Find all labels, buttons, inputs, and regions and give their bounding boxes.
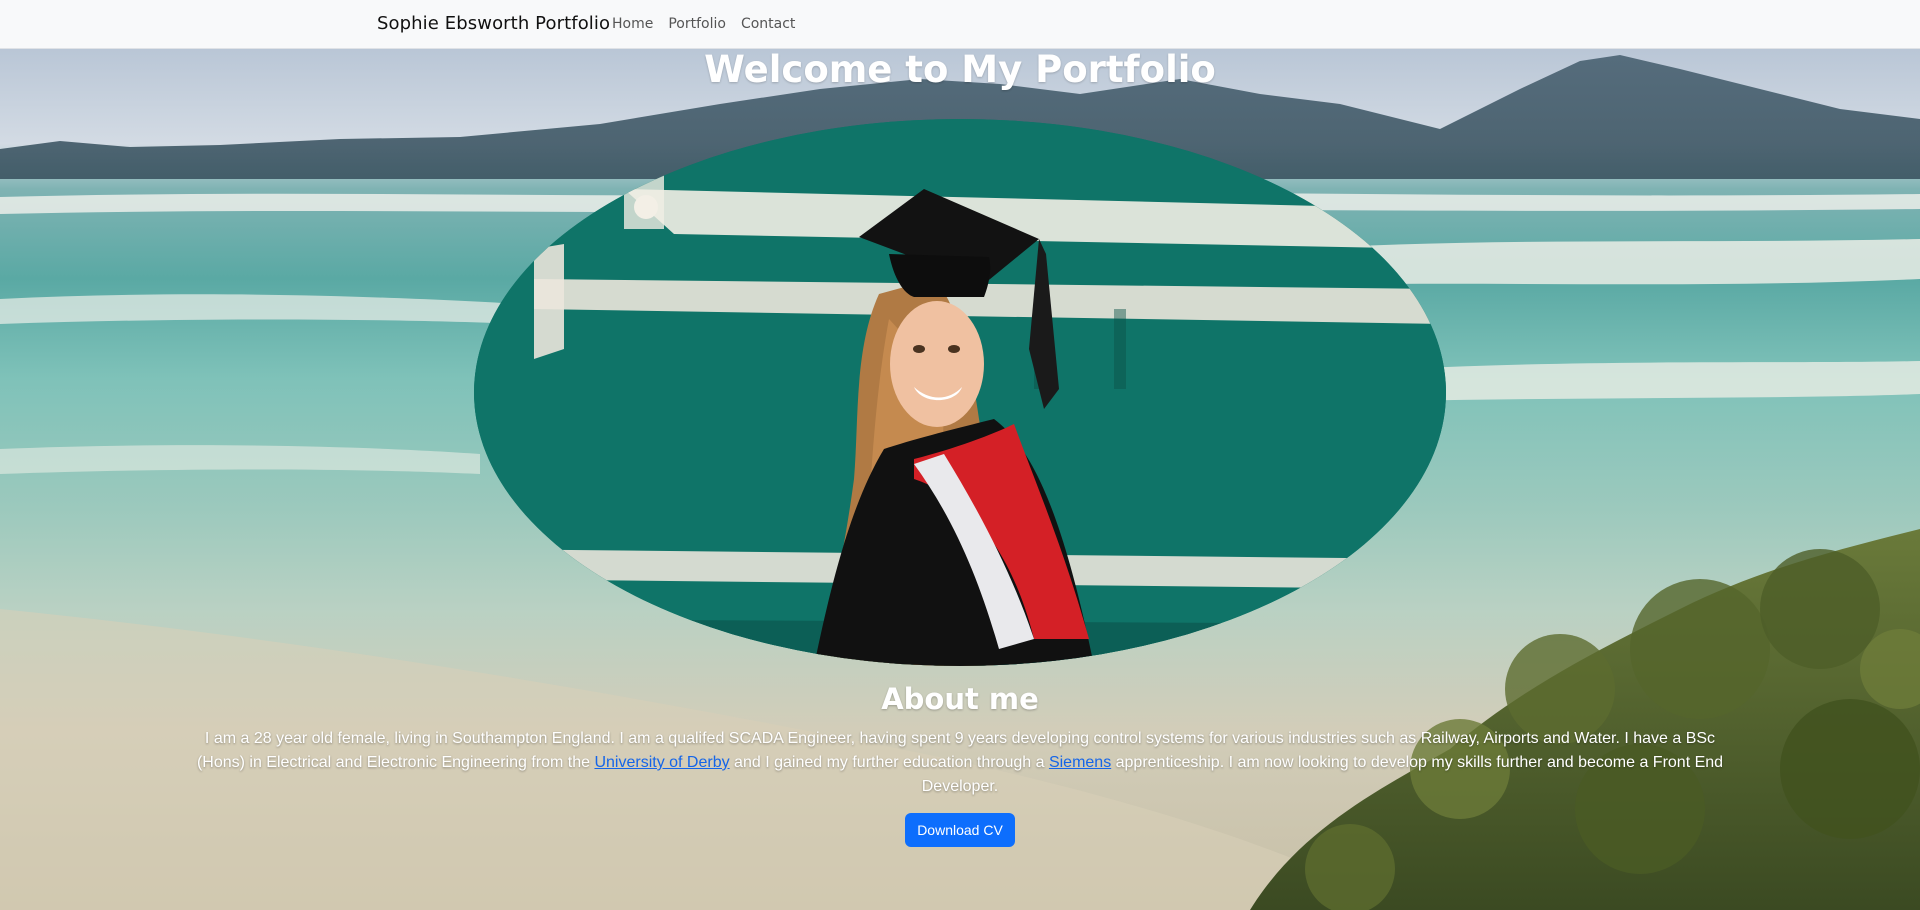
nav-links: Home Portfolio Contact — [612, 16, 810, 32]
profile-photo — [474, 119, 1446, 666]
nav-link-home[interactable]: Home — [612, 16, 653, 32]
siemens-link[interactable]: Siemens — [1049, 754, 1111, 771]
graduate-portrait-image — [474, 119, 1446, 666]
about-text-part: and I gained my further education throug… — [729, 754, 1049, 771]
navbar: Sophie Ebsworth Portfolio Home Portfolio… — [0, 0, 1920, 49]
university-of-derby-link[interactable]: University of Derby — [594, 754, 729, 771]
nav-link-contact[interactable]: Contact — [741, 16, 795, 32]
about-heading: About me — [881, 682, 1039, 716]
page-title: Welcome to My Portfolio — [704, 48, 1216, 91]
brand-link[interactable]: Sophie Ebsworth Portfolio — [377, 13, 610, 34]
download-cv-button[interactable]: Download CV — [905, 813, 1015, 847]
about-paragraph: I am a 28 year old female, living in Sou… — [180, 727, 1740, 799]
nav-link-portfolio[interactable]: Portfolio — [668, 16, 726, 32]
